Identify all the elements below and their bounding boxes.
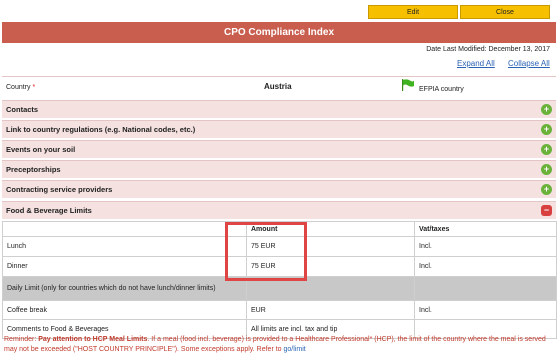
section-label: Events on your soil — [6, 145, 76, 154]
flag-icon — [402, 79, 414, 91]
row-amount: EUR — [246, 300, 415, 320]
row-vat: Incl. — [414, 300, 557, 320]
row-vat: Incl. — [414, 256, 557, 277]
header-vat: Vat/taxes — [414, 221, 557, 237]
collapse-minus-icon[interactable]: − — [541, 205, 552, 216]
country-row: Country * Austria EFPIA country — [2, 76, 556, 97]
row-label: Dinner — [2, 256, 247, 277]
header-amount: Amount — [246, 221, 415, 237]
go-limit-link[interactable]: go/limit — [284, 346, 306, 353]
row-amount: 75 EUR — [246, 236, 415, 257]
expand-plus-icon[interactable]: + — [541, 184, 552, 195]
section-label: Preceptorships — [6, 165, 61, 174]
meal-limit-reminder: Reminder: Pay attention to HCP Meal Limi… — [4, 336, 546, 353]
row-label: Lunch — [2, 236, 247, 257]
row-label: Coffee break — [2, 300, 247, 320]
expand-all-link[interactable]: Expand All — [457, 59, 495, 68]
expand-plus-icon[interactable]: + — [541, 104, 552, 115]
section-food-beverage-limits[interactable]: Food & Beverage Limits − — [2, 201, 556, 219]
close-button[interactable]: Close — [460, 5, 550, 19]
required-marker: * — [32, 84, 36, 91]
country-label: Country * — [6, 84, 36, 91]
reminder-bold: Pay attention to HCP Meal Limits — [38, 336, 148, 343]
daily-limit-row: Daily Limit (only for countries which do… — [2, 276, 557, 301]
expand-plus-icon[interactable]: + — [541, 144, 552, 155]
efpia-label: EFPIA country — [419, 86, 464, 93]
section-label: Link to country regulations (e.g. Nation… — [6, 125, 196, 134]
header-cell-empty — [2, 221, 247, 237]
expand-plus-icon[interactable]: + — [541, 124, 552, 135]
daily-limit-label: Daily Limit (only for countries which do… — [2, 276, 247, 301]
page-title: CPO Compliance Index — [2, 22, 556, 43]
section-contracting-service-providers[interactable]: Contracting service providers + — [2, 180, 556, 198]
section-preceptorships[interactable]: Preceptorships + — [2, 160, 556, 178]
section-label: Food & Beverage Limits — [6, 206, 92, 215]
food-beverage-table: Amount Vat/taxes Lunch 75 EUR Incl. Dinn… — [2, 221, 557, 339]
table-row: Coffee break EUR Incl. — [2, 300, 557, 320]
expand-plus-icon[interactable]: + — [541, 164, 552, 175]
date-last-modified: Date Last Modified: December 13, 2017 — [426, 46, 550, 53]
section-label: Contracting service providers — [6, 185, 113, 194]
table-row: Dinner 75 EUR Incl. — [2, 256, 557, 277]
collapse-all-link[interactable]: Collapse All — [508, 59, 550, 68]
table-row: Lunch 75 EUR Incl. — [2, 236, 557, 257]
edit-button[interactable]: Edit — [368, 5, 458, 19]
row-amount: 75 EUR — [246, 256, 415, 277]
table-header-row: Amount Vat/taxes — [2, 221, 557, 237]
country-value: Austria — [264, 82, 292, 91]
section-country-regulations[interactable]: Link to country regulations (e.g. Nation… — [2, 120, 556, 138]
section-contacts[interactable]: Contacts + — [2, 100, 556, 118]
row-vat: Incl. — [414, 236, 557, 257]
section-events[interactable]: Events on your soil + — [2, 140, 556, 158]
daily-limit-amount — [246, 276, 415, 301]
section-label: Contacts — [6, 105, 39, 114]
daily-limit-vat — [414, 276, 557, 301]
